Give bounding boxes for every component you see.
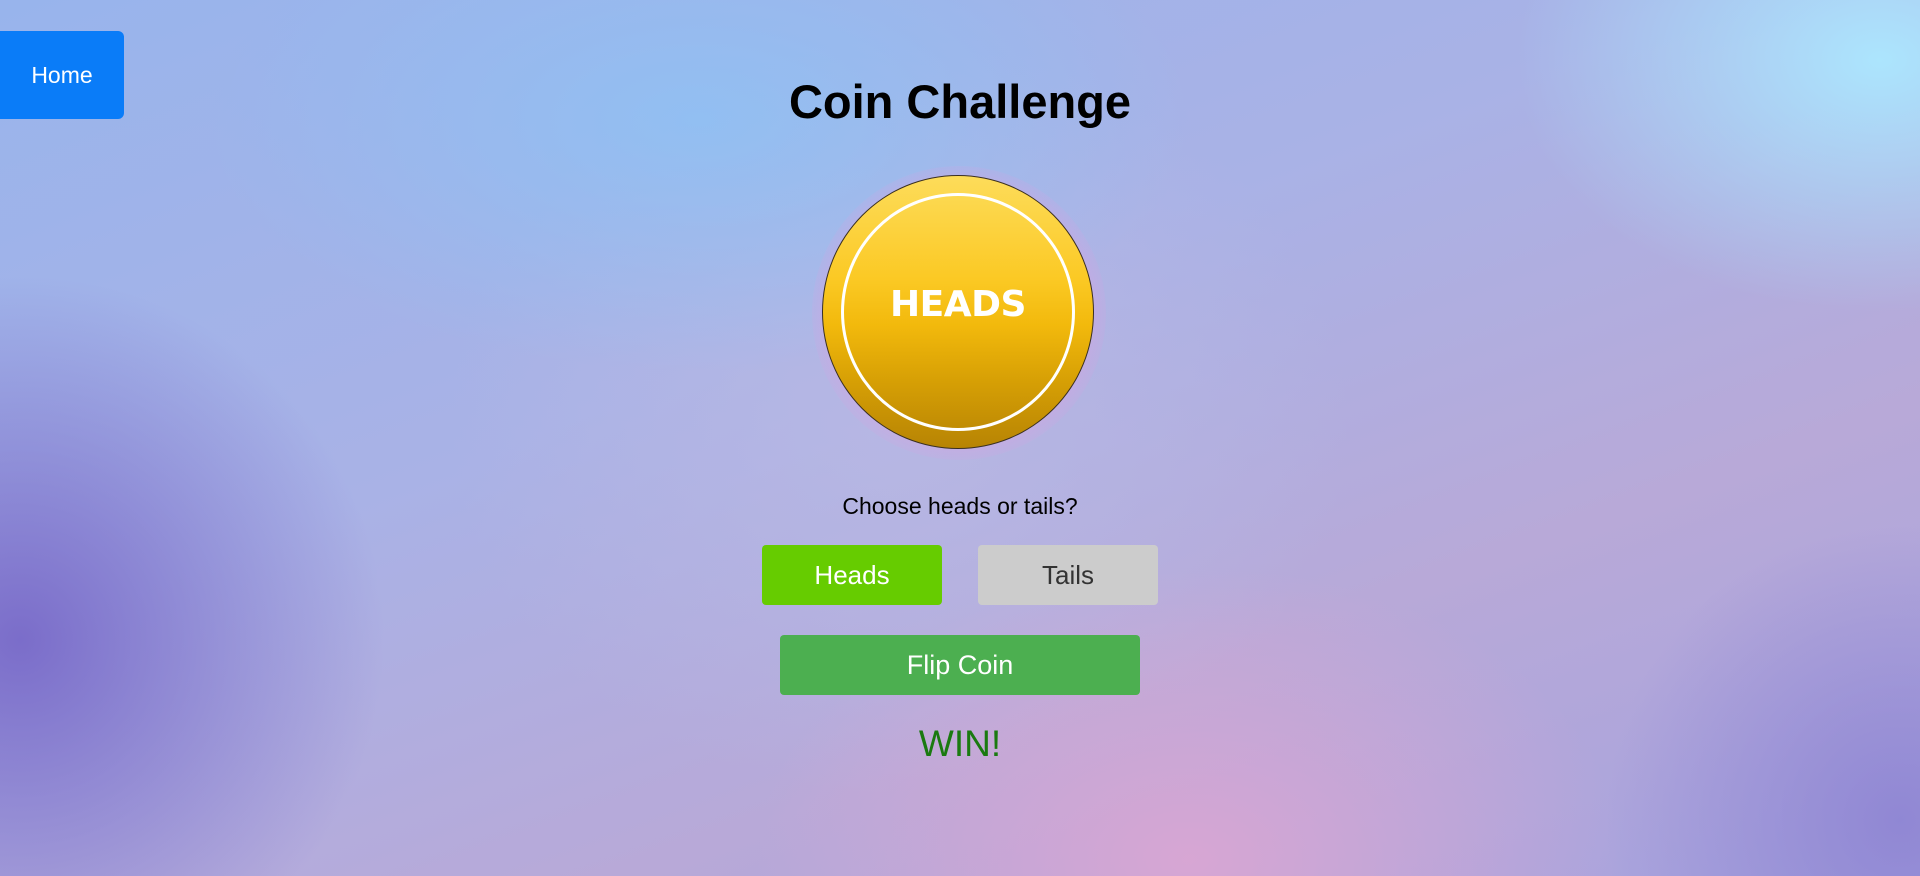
tails-button[interactable]: Tails [978,545,1158,605]
coin-face-label: HEADS [890,284,1026,325]
page-title: Coin Challenge [788,75,1132,128]
heads-button[interactable]: Heads [762,545,942,605]
choice-prompt: Choose heads or tails? [842,493,1078,519]
coin[interactable]: HEADS [822,175,1094,449]
flip-coin-button[interactable]: Flip Coin [780,635,1140,695]
result-message: WIN! [918,723,1002,764]
